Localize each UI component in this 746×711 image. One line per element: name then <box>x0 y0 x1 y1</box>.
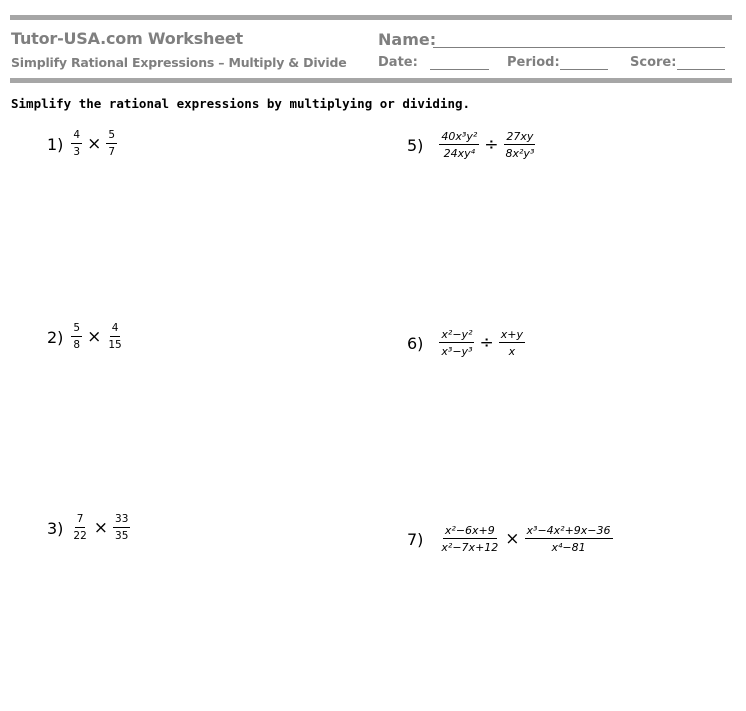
problem-6: 6) x²−y² x³−y³ ÷ x+y x <box>407 328 527 358</box>
period-field[interactable] <box>560 69 608 70</box>
fraction-left: x²−y² x³−y³ <box>439 328 475 358</box>
denominator: x³−y³ <box>441 345 473 358</box>
header-top-rule <box>10 15 732 20</box>
divide-icon: ÷ <box>479 333 494 353</box>
worksheet-subtitle: Simplify Rational Expressions – Multiply… <box>11 55 347 70</box>
fraction-left: 40x³y² 24xy⁴ <box>439 130 480 160</box>
name-field[interactable] <box>433 47 725 48</box>
divide-icon: ÷ <box>484 135 499 155</box>
problem-number: 5) <box>407 135 424 155</box>
problem-7: 7) x²−6x+9 x²−7x+12 × x³−4x²+9x−36 x⁴−81 <box>407 524 615 554</box>
fraction-right: 5 7 <box>106 129 118 159</box>
numerator: x+y <box>498 328 525 343</box>
problem-number: 6) <box>407 333 424 353</box>
date-label: Date: <box>378 55 418 70</box>
numerator: 5 <box>106 129 118 144</box>
score-field[interactable] <box>677 69 725 70</box>
numerator: 4 <box>109 322 121 337</box>
denominator: 22 <box>73 530 87 542</box>
denominator: 8x²y³ <box>505 147 535 160</box>
fraction-left: x²−6x+9 x²−7x+12 <box>439 524 500 554</box>
date-field[interactable] <box>430 69 489 70</box>
numerator: 4 <box>71 129 83 144</box>
fraction-left: 7 22 <box>71 513 88 543</box>
numerator: 7 <box>74 513 86 528</box>
denominator: 15 <box>108 339 122 351</box>
multiply-icon: × <box>87 327 102 347</box>
denominator: 35 <box>115 530 129 542</box>
worksheet-title: Tutor-USA.com Worksheet <box>11 29 243 48</box>
fraction-right: x³−4x²+9x−36 x⁴−81 <box>524 524 613 554</box>
problem-1: 1) 4 3 × 5 7 <box>47 129 119 159</box>
problem-number: 3) <box>47 518 64 538</box>
score-label: Score: <box>630 55 677 70</box>
numerator: 33 <box>113 513 131 528</box>
multiply-icon: × <box>87 134 102 154</box>
name-label: Name: <box>378 30 437 49</box>
problem-3: 3) 7 22 × 33 35 <box>47 513 132 543</box>
denominator: 7 <box>108 146 116 158</box>
multiply-icon: × <box>505 529 520 549</box>
numerator: x²−y² <box>439 328 475 343</box>
numerator: 27xy <box>504 130 536 145</box>
problem-2: 2) 5 8 × 4 15 <box>47 322 126 352</box>
denominator: x⁴−81 <box>551 541 586 554</box>
numerator: 40x³y² <box>439 130 480 145</box>
fraction-left: 5 8 <box>71 322 83 352</box>
numerator: x³−4x²+9x−36 <box>524 524 613 539</box>
fraction-right: 33 35 <box>113 513 131 543</box>
fraction-left: 4 3 <box>71 129 83 159</box>
denominator: x <box>508 345 516 358</box>
denominator: 8 <box>73 339 81 351</box>
numerator: x²−6x+9 <box>442 524 497 539</box>
problem-number: 1) <box>47 134 64 154</box>
fraction-right: 4 15 <box>106 322 123 352</box>
problem-5: 5) 40x³y² 24xy⁴ ÷ 27xy 8x²y³ <box>407 130 538 160</box>
header-bottom-rule <box>10 78 732 83</box>
fraction-right: x+y x <box>498 328 525 358</box>
multiply-icon: × <box>93 518 109 538</box>
numerator: 5 <box>71 322 83 337</box>
denominator: x²−7x+12 <box>441 541 499 554</box>
fraction-right: 27xy 8x²y³ <box>504 130 537 160</box>
problem-number: 2) <box>47 327 64 347</box>
period-label: Period: <box>507 55 560 70</box>
denominator: 24xy⁴ <box>443 147 476 160</box>
denominator: 3 <box>73 146 81 158</box>
problem-number: 7) <box>407 529 424 549</box>
instructions: Simplify the rational expressions by mul… <box>11 96 471 111</box>
